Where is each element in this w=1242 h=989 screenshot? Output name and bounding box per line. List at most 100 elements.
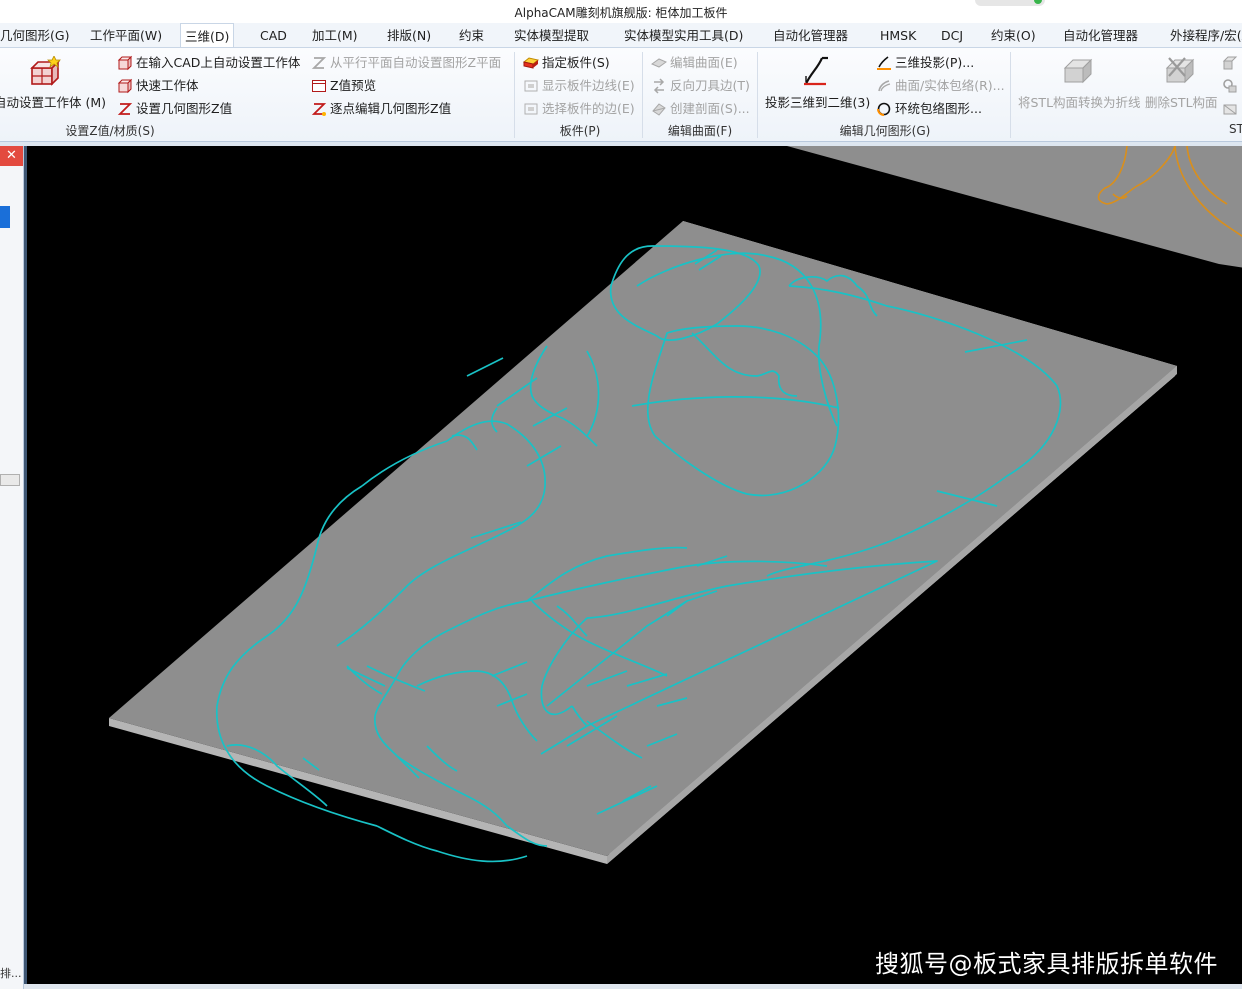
secondary-board	[787, 146, 1242, 268]
auto-workpiece-cad-button[interactable]: 在输入CAD上自动设置工作体	[117, 53, 300, 73]
point-edit-z-button[interactable]: 逐点编辑几何图形Z值	[311, 99, 451, 119]
parallel-plane-icon	[311, 57, 327, 69]
group-label-edit-surface: 编辑曲面(F)	[667, 124, 733, 138]
tab-cad[interactable]: CAD	[256, 23, 291, 47]
stl-convert-button[interactable]: 将STL构面转换为折线	[1018, 92, 1141, 111]
tab-geometry[interactable]: 几何图形(G)	[0, 23, 73, 47]
edit-surface-label: 编辑曲面(E)	[670, 55, 738, 70]
board-icon	[523, 57, 539, 69]
stl-delete-button[interactable]: 删除STL构面	[1145, 92, 1218, 111]
tab-machining[interactable]: 加工(M)	[308, 23, 362, 47]
specify-board-button[interactable]: 指定板件(S)	[523, 53, 610, 73]
z-preview-icon	[312, 80, 326, 92]
tab-solid-extract[interactable]: 实体模型提取	[510, 23, 593, 47]
workpiece-icon	[30, 55, 61, 86]
z-preview-button[interactable]: Z值预览	[311, 76, 376, 96]
tab-addins[interactable]: 外接程序/宏(A)	[1166, 23, 1242, 47]
surface-envelope-button[interactable]: 曲面/实体包络(R)...	[876, 76, 1005, 96]
tab-dcj[interactable]: DCJ	[937, 23, 967, 47]
panel-scrollbar[interactable]	[0, 474, 20, 486]
set-z-icon	[117, 103, 133, 115]
group-separator	[757, 52, 758, 138]
left-side-panel: ✕ 排...	[0, 146, 24, 989]
cube-icon	[1222, 56, 1238, 70]
project-3d-2d-icon	[804, 56, 828, 86]
edit-surface-icon	[651, 58, 667, 68]
stl-tool-2-button[interactable]	[1222, 76, 1238, 96]
loop-envelope-label: 环统包络图形...	[895, 101, 982, 116]
watermark-text: 搜狐号@板式家具排版拆单软件	[875, 950, 1218, 978]
loop-envelope-icon	[877, 102, 891, 116]
group-label-edit-geometry: 编辑几何图形(G)	[839, 124, 931, 138]
projection-icon	[877, 56, 891, 70]
close-panel-button[interactable]: ✕	[0, 146, 23, 166]
panel-selection-marker[interactable]	[0, 206, 10, 228]
reverse-tool-side-label: 反向刀具边(T)	[670, 78, 750, 93]
window-title: AlphaCAM雕刻机旗舰版: 柜体加工板件	[514, 6, 728, 20]
quick-workpiece-label: 快速工作体	[136, 78, 199, 93]
group-label-board: 板件(P)	[559, 124, 601, 138]
create-section-label: 创建剖面(S)...	[670, 101, 750, 116]
tab-hmsk[interactable]: HMSK	[876, 23, 920, 47]
stl-convert-icon-wrap[interactable]	[1061, 56, 1093, 87]
point-edit-z-label: 逐点编辑几何图形Z值	[330, 101, 452, 116]
3d-viewport[interactable]: 搜狐号@板式家具排版拆单软件	[24, 146, 1242, 984]
viewport-canvas[interactable]	[27, 146, 1242, 984]
cad-workpiece-icon	[117, 55, 133, 71]
ribbon-tab-bar: 几何图形(G) 工作平面(W) 三维(D) CAD 加工(M) 排版(N) 约束…	[0, 23, 1242, 48]
board-edge-icon	[524, 80, 538, 92]
set-geometry-z-label: 设置几何图形Z值	[136, 101, 233, 116]
auto-workpiece-icon-wrap[interactable]	[28, 55, 62, 91]
point-edit-icon	[311, 103, 327, 116]
group-label-stl: ST	[1229, 122, 1242, 136]
parallel-plane-z-label: 从平行平面自动设置图形Z平面	[330, 55, 502, 70]
tab-solid-utilities[interactable]: 实体模型实用工具(D)	[620, 23, 747, 47]
select-board-edges-button[interactable]: 选择板件的边(E)	[523, 99, 635, 119]
specify-board-label: 指定板件(S)	[542, 55, 610, 70]
tab-nesting[interactable]: 排版(N)	[383, 23, 435, 47]
loop-envelope-button[interactable]: 环统包络图形...	[876, 99, 982, 119]
select-board-edges-label: 选择板件的边(E)	[542, 101, 635, 116]
auto-workpiece-cad-label: 在输入CAD上自动设置工作体	[136, 55, 301, 70]
project-3d-2d-button[interactable]: 投影三维到二维(3)	[765, 92, 870, 111]
stl-convert-icon	[1063, 58, 1093, 84]
panel-bottom-tab[interactable]: 排...	[0, 965, 22, 981]
tab-automation-manager-2[interactable]: 自动化管理器	[1059, 23, 1142, 47]
group-separator	[1010, 52, 1011, 138]
ribbon-panel: 自动设置工作体 (M) 在输入CAD上自动设置工作体 快速工作体 设置几何图形Z…	[0, 48, 1242, 142]
quick-workpiece-button[interactable]: 快速工作体	[117, 76, 199, 96]
title-bar: AlphaCAM雕刻机旗舰版: 柜体加工板件	[0, 0, 1242, 23]
show-board-edges-label: 显示板件边线(E)	[542, 78, 635, 93]
envelope-icon	[878, 80, 891, 92]
auto-workpiece-button[interactable]: 自动设置工作体 (M)	[0, 92, 106, 111]
reverse-tool-icon	[653, 78, 665, 94]
surface-envelope-label: 曲面/实体包络(R)...	[895, 78, 1005, 93]
set-geometry-z-button[interactable]: 设置几何图形Z值	[117, 99, 232, 119]
group-separator	[514, 52, 515, 138]
stl-shape-icon	[1223, 79, 1237, 93]
stl-delete-icon	[1165, 57, 1195, 84]
project-3d-2d-icon-wrap[interactable]	[800, 54, 832, 91]
3d-projection-label: 三维投影(P)...	[895, 55, 975, 70]
section-icon	[652, 103, 666, 116]
quick-workpiece-icon	[117, 78, 133, 94]
edit-surface-button[interactable]: 编辑曲面(E)	[651, 53, 738, 73]
tab-automation-manager[interactable]: 自动化管理器	[769, 23, 852, 47]
tab-constraints-o[interactable]: 约束(O)	[987, 23, 1040, 47]
stl-delete-icon-wrap[interactable]	[1163, 56, 1195, 87]
show-board-edges-button[interactable]: 显示板件边线(E)	[523, 76, 635, 96]
select-edge-icon	[524, 103, 538, 115]
group-label-set-z: 设置Z值/材质(S)	[65, 124, 155, 138]
workpiece-board[interactable]	[109, 221, 1177, 864]
tab-3d[interactable]: 三维(D)	[180, 23, 235, 47]
tab-workplane[interactable]: 工作平面(W)	[86, 23, 166, 47]
3d-projection-button[interactable]: 三维投影(P)...	[876, 53, 974, 73]
create-section-button[interactable]: 创建剖面(S)...	[651, 99, 750, 119]
stl-tool-1-button[interactable]	[1222, 53, 1238, 73]
reverse-tool-side-button[interactable]: 反向刀具边(T)	[651, 76, 750, 96]
z-preview-label: Z值预览	[330, 78, 377, 93]
parallel-plane-z-button[interactable]: 从平行平面自动设置图形Z平面	[311, 53, 501, 73]
stl-tool-3-button[interactable]	[1222, 99, 1238, 119]
group-separator	[642, 52, 643, 138]
tab-constraints[interactable]: 约束	[455, 23, 488, 47]
